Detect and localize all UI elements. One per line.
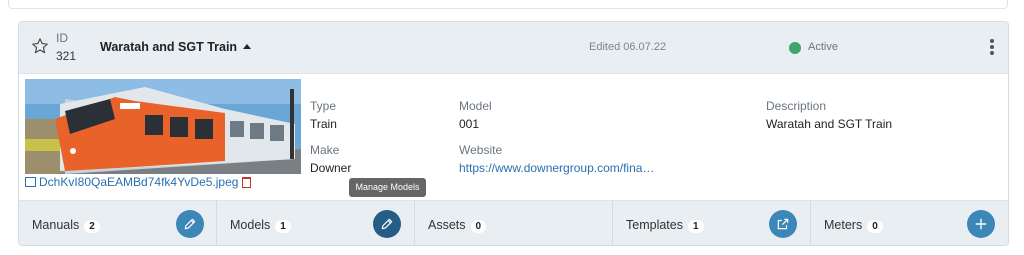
tab-meters-label: Meters [824, 218, 863, 232]
tab-assets-count: 0 [470, 220, 487, 233]
tab-models-label: Models [230, 218, 271, 232]
id-label: ID [56, 31, 68, 45]
asset-title-text: Waratah and SGT Train [100, 40, 238, 54]
star-icon[interactable] [31, 37, 49, 55]
type-value: Train [310, 117, 337, 131]
tab-templates[interactable]: Templates 1 [613, 201, 811, 245]
trash-icon[interactable] [242, 177, 252, 188]
plus-icon [975, 218, 987, 230]
manage-models-button[interactable] [373, 210, 401, 238]
caret-up-icon[interactable] [243, 44, 252, 50]
pencil-icon [184, 218, 196, 230]
tab-models-count: 1 [275, 220, 291, 233]
website-label: Website [459, 143, 503, 157]
make-value: Downer [310, 161, 352, 175]
pencil-icon [381, 218, 393, 230]
tab-templates-count: 1 [687, 220, 704, 233]
tab-manuals-label: Manuals [32, 218, 80, 232]
tab-manuals[interactable]: Manuals 2 [19, 201, 217, 245]
previous-card-edge [8, 0, 1008, 9]
add-meter-button[interactable] [967, 210, 995, 238]
external-link-icon [777, 218, 789, 230]
card-footer: Manuals 2 Models 1 Assets 0 Templates 1 Mete… [19, 200, 1008, 245]
model-label: Model [459, 99, 492, 113]
asset-photo[interactable] [25, 79, 301, 174]
asset-card: ID 321 Waratah and SGT Train Edited 06.0… [18, 21, 1009, 246]
card-header: ID 321 Waratah and SGT Train Edited 06.0… [19, 22, 1008, 74]
edited-date: Edited 06.07.22 [589, 41, 667, 53]
manage-models-tooltip: Manage Models [349, 178, 426, 197]
tab-templates-label: Templates [626, 218, 683, 232]
tab-meters[interactable]: Meters 0 [811, 201, 1008, 245]
model-value: 001 [459, 117, 480, 131]
description-value: Waratah and SGT Train [766, 117, 893, 131]
edit-manuals-button[interactable] [176, 210, 204, 238]
open-templates-button[interactable] [769, 210, 797, 238]
image-file-link[interactable]: DchKvI80QaEAMBd74fk4YvDe5.jpeg [39, 175, 238, 189]
asset-title[interactable]: Waratah and SGT Train [100, 40, 252, 54]
website-link[interactable]: https://www.downergroup.com/fina… [459, 161, 654, 175]
make-label: Make [310, 143, 340, 157]
description-label: Description [766, 99, 827, 113]
status-text: Active [808, 41, 838, 53]
image-file-icon [25, 177, 36, 187]
tab-manuals-count: 2 [84, 220, 100, 233]
tab-meters-count: 0 [867, 220, 883, 233]
type-label: Type [310, 99, 337, 113]
tab-assets-label: Assets [428, 218, 466, 232]
id-value: 321 [56, 49, 77, 63]
more-options-icon[interactable] [986, 38, 998, 58]
image-file-row: DchKvI80QaEAMBd74fk4YvDe5.jpeg [25, 175, 252, 189]
tab-assets[interactable]: Assets 0 [415, 201, 613, 245]
tab-models[interactable]: Models 1 [217, 201, 415, 245]
status-dot-icon [789, 42, 801, 54]
